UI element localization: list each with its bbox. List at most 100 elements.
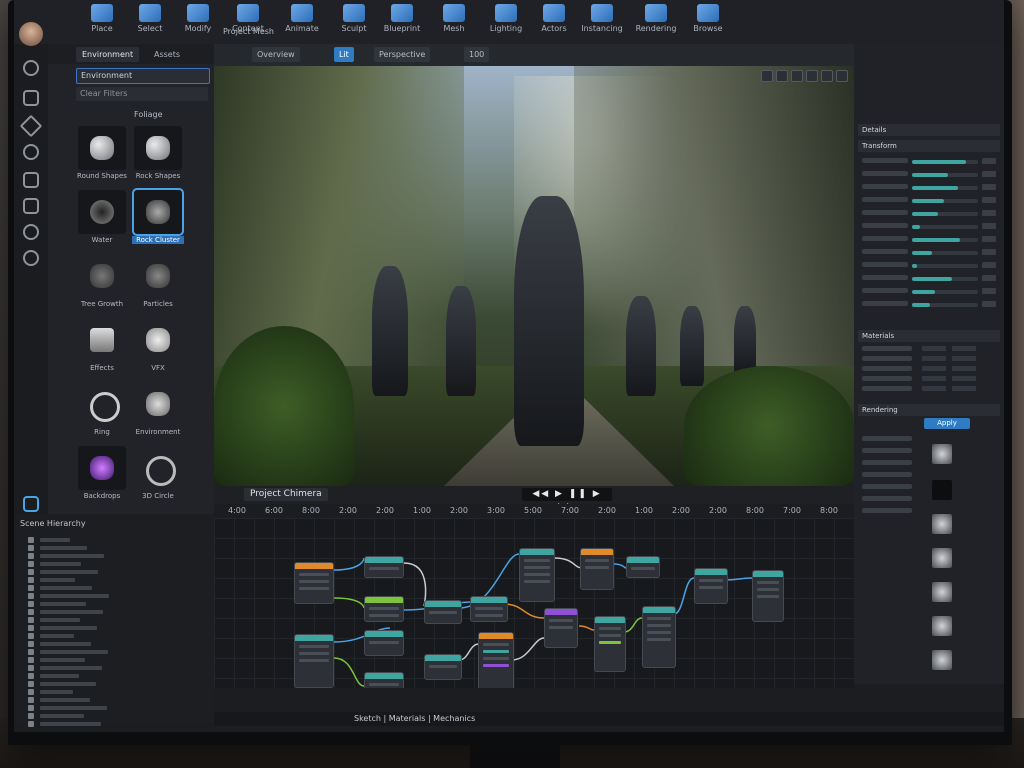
property-row[interactable] <box>862 472 1000 479</box>
graph-node[interactable] <box>478 632 514 688</box>
toolbar-item-browse[interactable]: Browse <box>680 2 736 42</box>
mode-dropdown[interactable]: Overview <box>252 47 300 62</box>
property-slider[interactable] <box>858 171 1000 180</box>
content-browser-icon[interactable] <box>23 496 39 512</box>
toolbar-item-animate[interactable]: Animate <box>274 2 330 42</box>
section-materials[interactable]: Materials <box>858 330 1000 342</box>
graph-node[interactable] <box>594 616 626 672</box>
shapes-icon[interactable] <box>23 172 39 188</box>
npc-character[interactable] <box>372 266 408 396</box>
property-row[interactable] <box>862 460 1000 467</box>
scale-field[interactable]: 100 <box>464 47 490 62</box>
project-dropdown[interactable]: Project Chimera <box>244 488 328 501</box>
property-row[interactable] <box>862 356 1000 363</box>
section-transform[interactable]: Transform <box>858 140 1000 152</box>
toolbar-item-instancing[interactable]: Instancing <box>574 2 630 42</box>
layers-icon[interactable] <box>23 198 39 214</box>
property-slider[interactable] <box>858 223 1000 232</box>
asset-tile[interactable]: Rock Shapes <box>132 126 184 186</box>
asset-tile[interactable]: Tree Growth <box>76 254 128 314</box>
graph-node[interactable] <box>626 556 660 578</box>
asset-tile[interactable]: Environment <box>132 382 184 442</box>
property-slider[interactable] <box>858 210 1000 219</box>
material-thumbnail[interactable] <box>932 650 952 670</box>
tab-assets[interactable]: Assets <box>148 47 186 62</box>
apply-button[interactable]: Apply <box>924 418 970 429</box>
node-graph[interactable] <box>214 518 854 688</box>
asset-tile[interactable]: Backdrops <box>76 446 128 506</box>
asset-tile[interactable]: 3D Circle <box>132 446 184 506</box>
avatar[interactable] <box>19 22 43 46</box>
world-icon[interactable] <box>23 224 39 240</box>
graph-node[interactable] <box>364 672 404 688</box>
property-slider[interactable] <box>858 158 1000 167</box>
npc-character[interactable] <box>680 306 704 386</box>
toolbar-item-mesh[interactable]: Mesh <box>426 2 482 42</box>
asset-tile[interactable]: Effects <box>76 318 128 378</box>
material-thumbnail[interactable] <box>932 480 952 500</box>
property-row[interactable] <box>862 386 1000 393</box>
tab-environment[interactable]: Environment <box>76 47 140 62</box>
property-row[interactable] <box>862 436 1000 443</box>
toolbar-item-rendering[interactable]: Rendering <box>628 2 684 42</box>
material-thumbnail[interactable] <box>932 514 952 534</box>
material-thumbnail[interactable] <box>932 548 952 568</box>
asset-tile[interactable]: Particles <box>132 254 184 314</box>
property-row[interactable] <box>862 448 1000 455</box>
history-icon[interactable] <box>23 144 39 160</box>
graph-node[interactable] <box>752 570 784 622</box>
graph-node[interactable] <box>580 548 614 590</box>
material-thumbnail[interactable] <box>932 616 952 636</box>
property-slider[interactable] <box>858 275 1000 284</box>
property-row[interactable] <box>862 366 1000 373</box>
camera-icon[interactable] <box>761 70 773 82</box>
filter-field[interactable]: Clear Filters <box>76 87 208 101</box>
property-slider[interactable] <box>858 197 1000 206</box>
graph-node[interactable] <box>544 608 578 648</box>
graph-node[interactable] <box>364 556 404 578</box>
graph-node[interactable] <box>294 562 334 604</box>
property-slider[interactable] <box>858 236 1000 245</box>
timeline-ruler[interactable]: 4:00 6:00 8:00 2:00 2:00 1:00 2:00 3:00 5:00 7:00… <box>214 504 854 518</box>
graph-node[interactable] <box>694 568 728 604</box>
asset-tile[interactable]: Ring <box>76 382 128 442</box>
property-slider[interactable] <box>858 249 1000 258</box>
asset-tile[interactable]: VFX <box>132 318 184 378</box>
hero-character[interactable] <box>514 196 584 446</box>
graph-node[interactable] <box>364 596 404 622</box>
property-slider[interactable] <box>858 288 1000 297</box>
transport-controls[interactable]: ◀◀ ▶ ❚❚ ▶ ▶▶ <box>522 488 612 512</box>
property-slider[interactable] <box>858 184 1000 193</box>
view-mode-button[interactable]: Lit <box>334 47 354 62</box>
gear-icon[interactable] <box>23 60 39 76</box>
section-rendering[interactable]: Rendering <box>858 404 1000 416</box>
graph-node[interactable] <box>470 596 508 622</box>
npc-character[interactable] <box>446 286 476 396</box>
eye-icon[interactable] <box>836 70 848 82</box>
asset-tile[interactable]: Round Shapes <box>76 126 128 186</box>
scale-icon[interactable] <box>821 70 833 82</box>
asset-tile-selected[interactable]: Rock Cluster <box>132 188 184 250</box>
brush-icon[interactable] <box>19 114 43 138</box>
settings-icon[interactable] <box>23 250 39 266</box>
property-row[interactable] <box>862 346 1000 353</box>
property-row[interactable] <box>862 376 1000 383</box>
3d-viewport[interactable] <box>214 66 854 486</box>
grid-icon[interactable] <box>776 70 788 82</box>
project-tab[interactable]: Project Mesh <box>218 24 279 39</box>
property-row[interactable] <box>862 508 1000 515</box>
asset-tile[interactable]: Water <box>76 190 128 250</box>
lock-icon[interactable] <box>806 70 818 82</box>
toolbar-item-blueprint[interactable]: Blueprint <box>374 2 430 42</box>
property-row[interactable] <box>862 484 1000 491</box>
material-thumbnail[interactable] <box>932 582 952 602</box>
graph-node[interactable] <box>364 630 404 656</box>
snap-icon[interactable] <box>791 70 803 82</box>
search-input[interactable]: Environment <box>76 68 210 84</box>
graph-node[interactable] <box>294 634 334 688</box>
property-slider[interactable] <box>858 301 1000 310</box>
graph-node[interactable] <box>642 606 676 668</box>
graph-node[interactable] <box>424 600 462 624</box>
property-slider[interactable] <box>858 262 1000 271</box>
property-row[interactable] <box>862 496 1000 503</box>
